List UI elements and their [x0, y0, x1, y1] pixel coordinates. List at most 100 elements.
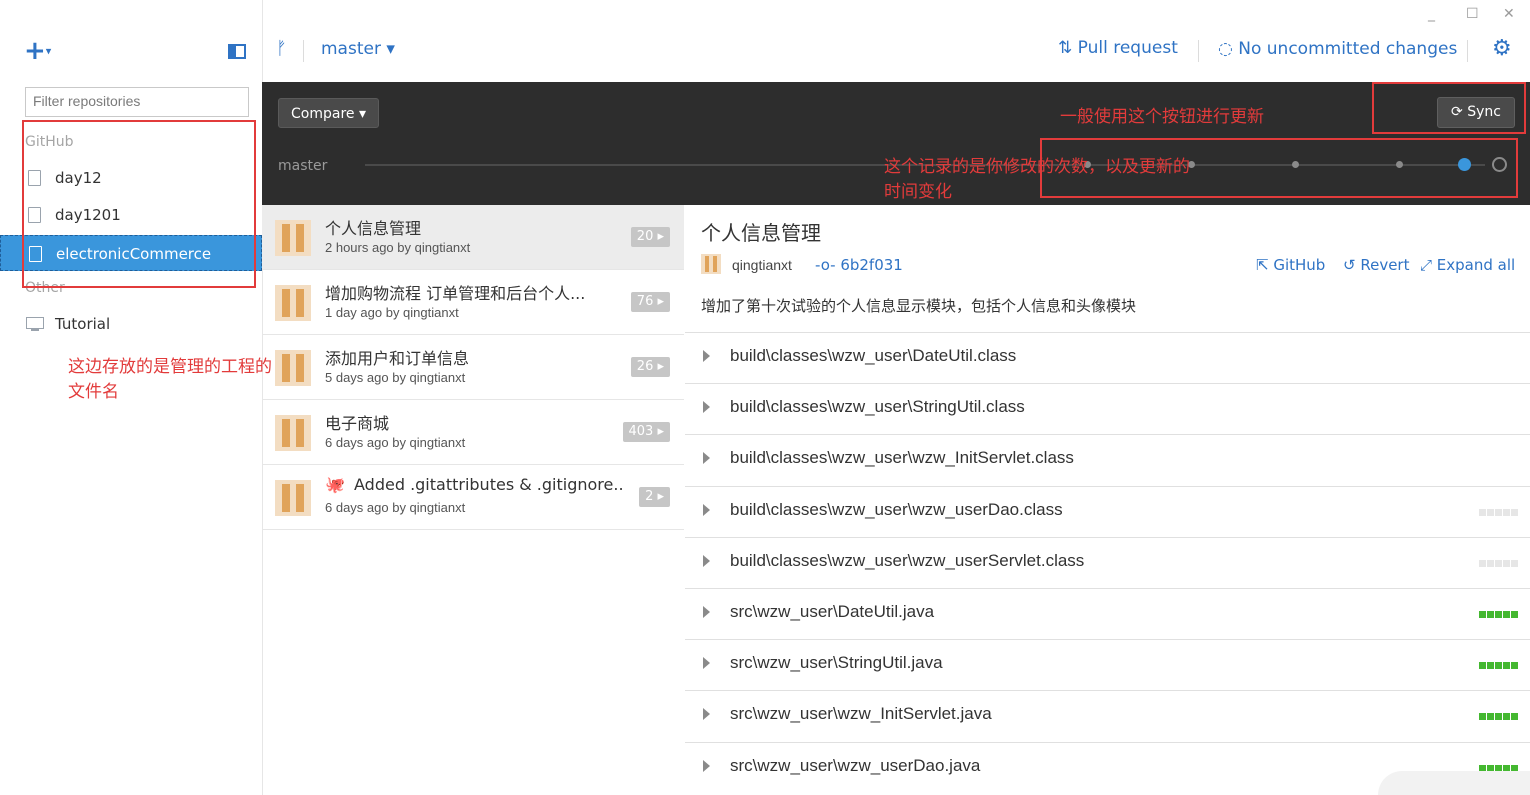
diffstat-block [1479, 713, 1486, 720]
view-on-github-button[interactable]: ⇱ GitHub [1256, 256, 1325, 274]
expand-label: Expand all [1436, 256, 1516, 274]
commit-item[interactable]: 个人信息管理 2 hours ago by qingtianxt 20 ▸ [262, 205, 684, 270]
minimize-button[interactable]: _ [1428, 6, 1435, 22]
avatar [275, 415, 311, 451]
repo-item-tutorial[interactable]: Tutorial [0, 306, 262, 342]
expand-arrow-icon[interactable] [703, 760, 710, 772]
commit-item[interactable]: Added .gitattributes & .gitignore... 🐙 6… [262, 465, 684, 530]
commit-meta: 6 days ago by qingtianxt [325, 500, 466, 515]
diffstat-block [1487, 560, 1494, 567]
revert-button[interactable]: ↺ Revert [1343, 256, 1409, 274]
diffstat-block [1495, 611, 1502, 618]
diffstat-bar [1479, 713, 1518, 720]
expand-all-button[interactable]: ⤢ Expand all [1420, 256, 1515, 274]
expand-arrow-icon[interactable] [703, 708, 710, 720]
changed-file-row[interactable]: build\classes\wzw_user\wzw_InitServlet.c… [685, 434, 1530, 485]
sync-status-icon: ◌ [1218, 39, 1239, 59]
avatar [275, 480, 311, 516]
pull-request-button[interactable]: ⇅ Pull request [1058, 38, 1178, 58]
diffstat-block [1479, 611, 1486, 618]
diffstat-block [1511, 713, 1518, 720]
file-path: build\classes\wzw_user\StringUtil.class [730, 397, 1025, 416]
file-path: build\classes\wzw_user\wzw_userDao.class [730, 500, 1063, 519]
commit-item[interactable]: 电子商城 6 days ago by qingtianxt 403 ▸ [262, 400, 684, 465]
compare-button[interactable]: Compare ▾ [278, 98, 379, 128]
file-count-badge: 403 ▸ [622, 422, 670, 442]
commit-sha-link[interactable]: -o- 6b2f031 [815, 256, 903, 274]
divider [1467, 40, 1468, 62]
expand-arrow-icon[interactable] [703, 504, 710, 516]
annotation-timeline-note: 这个记录的是你修改的次数，以及更新的 [884, 157, 1190, 177]
expand-arrow-icon[interactable] [703, 350, 710, 362]
diffstat-bar [1479, 611, 1518, 618]
expand-arrow-icon[interactable] [703, 606, 710, 618]
file-path: src\wzw_user\StringUtil.java [730, 653, 943, 672]
file-count-badge: 20 ▸ [630, 227, 670, 247]
branch-selector[interactable]: master ▾ [321, 39, 395, 59]
annotation-sync-note: 一般使用这个按钮进行更新 [1060, 107, 1264, 127]
file-path: build\classes\wzw_user\DateUtil.class [730, 346, 1017, 365]
annotation-sidebar-note: 这边存放的是管理的工程的 [68, 357, 272, 377]
diffstat-block [1487, 713, 1494, 720]
diffstat-block [1511, 662, 1518, 669]
add-repository-button[interactable]: +▾ [24, 36, 51, 67]
external-link-icon: ⇱ [1256, 256, 1274, 274]
maximize-button[interactable]: ☐ [1466, 6, 1479, 22]
diffstat-block [1479, 509, 1486, 516]
revert-label: Revert [1360, 256, 1410, 274]
timeline-branch-label: master [278, 158, 328, 174]
diffstat-block [1503, 560, 1510, 567]
diffstat-block [1487, 611, 1494, 618]
monitor-icon [26, 317, 44, 331]
diffstat-bar [1479, 560, 1518, 567]
diffstat-block [1495, 713, 1502, 720]
changed-file-row[interactable]: src\wzw_user\DateUtil.java [685, 588, 1530, 639]
close-button[interactable]: ✕ [1503, 6, 1515, 22]
file-count-badge: 2 ▸ [639, 487, 670, 507]
file-path: build\classes\wzw_user\wzw_userServlet.c… [730, 551, 1085, 570]
diffstat-block [1495, 560, 1502, 567]
changed-file-row[interactable]: build\classes\wzw_user\wzw_userServlet.c… [685, 537, 1530, 588]
commit-message: 增加了第十次试验的个人信息显示模块，包括个人信息和头像模块 [701, 297, 1137, 315]
uncommitted-label: No uncommitted changes [1238, 39, 1458, 59]
commit-title: 添加用户和订单信息 [325, 349, 470, 368]
file-count-badge: 76 ▸ [630, 292, 670, 312]
expand-arrow-icon[interactable] [703, 452, 710, 464]
avatar [701, 254, 721, 274]
commit-item[interactable]: 增加购物流程 订单管理和后台个人... 1 day ago by qingtia… [262, 270, 684, 335]
expand-arrow-icon[interactable] [703, 555, 710, 567]
commit-detail-title: 个人信息管理 [701, 221, 821, 245]
expand-arrow-icon[interactable] [703, 657, 710, 669]
commit-title: 个人信息管理 [325, 219, 422, 238]
changed-file-row[interactable]: src\wzw_user\StringUtil.java [685, 639, 1530, 690]
revert-icon: ↺ [1343, 256, 1361, 274]
changed-file-row[interactable]: build\classes\wzw_user\wzw_userDao.class [685, 486, 1530, 537]
commit-title: Added .gitattributes & .gitignore... [354, 475, 624, 494]
annotation-box-sync [1372, 82, 1526, 134]
gear-icon[interactable]: ⚙ [1492, 36, 1512, 61]
floating-widget [1378, 771, 1530, 795]
github-label: GitHub [1273, 256, 1326, 274]
commit-author: qingtianxt [732, 257, 792, 273]
diffstat-block [1479, 560, 1486, 567]
annotation-timeline-note: 时间变化 [884, 182, 952, 202]
toggle-sidebar-icon[interactable] [228, 44, 246, 59]
changed-file-row[interactable]: build\classes\wzw_user\DateUtil.class [685, 332, 1530, 383]
file-count-badge: 26 ▸ [630, 357, 670, 377]
diffstat-block [1511, 509, 1518, 516]
expand-arrow-icon[interactable] [703, 401, 710, 413]
uncommitted-changes-button[interactable]: ◌ No uncommitted changes [1218, 39, 1457, 59]
changed-file-row[interactable]: src\wzw_user\wzw_InitServlet.java [685, 690, 1530, 741]
commit-icon: -o- [815, 256, 841, 274]
diffstat-block [1503, 509, 1510, 516]
repo-label: Tutorial [55, 315, 111, 333]
filter-repositories-input[interactable]: Filter repositories [25, 87, 249, 117]
commit-title: 电子商城 [325, 414, 390, 433]
commit-meta: 1 day ago by qingtianxt [325, 305, 459, 320]
file-path: src\wzw_user\wzw_InitServlet.java [730, 704, 992, 723]
file-path: src\wzw_user\wzw_userDao.java [730, 756, 981, 775]
changed-file-row[interactable]: build\classes\wzw_user\StringUtil.class [685, 383, 1530, 434]
annotation-box-repos [22, 120, 256, 288]
commit-item[interactable]: 添加用户和订单信息 5 days ago by qingtianxt 26 ▸ [262, 335, 684, 400]
pull-request-icon: ⇅ [1058, 38, 1078, 58]
